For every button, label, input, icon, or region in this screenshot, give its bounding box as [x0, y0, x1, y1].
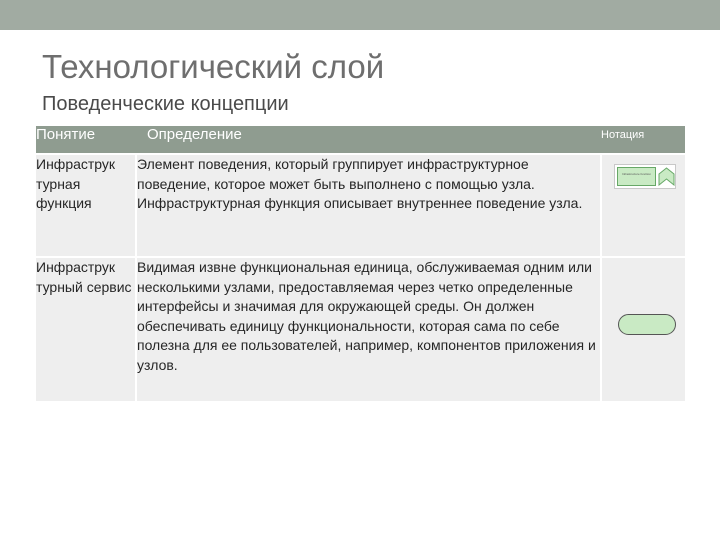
table-row: Инфраструк турный сервис Видимая извне ф…: [36, 256, 685, 401]
infrastructure-function-notation: Infrastructure function: [614, 164, 676, 189]
function-chevron-icon: [658, 167, 675, 186]
top-bar: [0, 0, 720, 30]
concept-cell: Инфраструк турная функция: [36, 153, 136, 257]
concepts-table: Понятие Определение Нотация Инфраструк т…: [36, 126, 685, 401]
concept-cell: Инфраструк турный сервис: [36, 256, 136, 401]
notation-cell: [600, 256, 685, 401]
table-row: Инфраструк турная функция Элемент поведе…: [36, 153, 685, 257]
infrastructure-service-notation: [618, 314, 676, 335]
notation-cell: Infrastructure function: [600, 153, 685, 257]
header-notation: Нотация: [601, 126, 685, 154]
slide-title: Технологический слой: [42, 48, 385, 85]
definition-cell: Элемент поведения, который группирует ин…: [135, 153, 601, 257]
infrastructure-function-label: Infrastructure function: [617, 167, 656, 186]
definition-cell: Видимая извне функциональная единица, об…: [135, 256, 601, 401]
header-concept: Понятие: [36, 126, 136, 154]
slide-subtitle: Поведенческие концепции: [42, 93, 289, 115]
table-header-row: Понятие Определение Нотация: [36, 126, 685, 154]
header-definition: Определение: [136, 126, 601, 154]
